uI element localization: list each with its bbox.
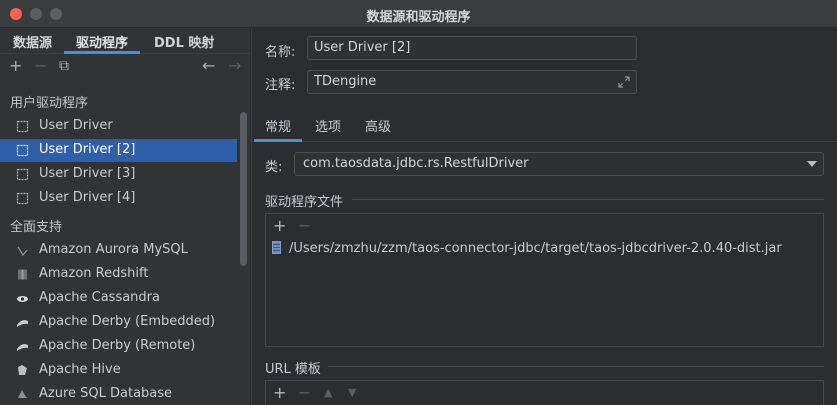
driver-files-box: + − /Users/zmzhu/zzm/taos-connector-jdbc… bbox=[265, 213, 824, 347]
move-down-button[interactable]: ▼ bbox=[348, 386, 356, 399]
active-tab-indicator bbox=[64, 51, 140, 54]
window-title: 数据源和驱动程序 bbox=[366, 10, 471, 25]
move-up-button[interactable]: ▲ bbox=[324, 386, 332, 399]
tab-advanced[interactable]: 高级 bbox=[365, 116, 391, 135]
driver-icon bbox=[16, 192, 29, 205]
tab-general[interactable]: 常规 bbox=[265, 116, 291, 135]
list-item-label: Amazon Aurora MySQL bbox=[39, 242, 188, 257]
redshift-icon bbox=[18, 269, 27, 280]
list-item-label: User Driver [2] bbox=[39, 142, 136, 157]
hive-icon bbox=[18, 365, 27, 375]
driver-icon bbox=[16, 144, 29, 157]
list-item-apache-cassandra[interactable]: Apache Cassandra bbox=[0, 287, 237, 310]
list-item-apache-derby-remote[interactable]: Apache Derby (Remote) bbox=[0, 335, 237, 358]
list-item-user-driver-2[interactable]: User Driver [2] bbox=[0, 139, 237, 162]
cassandra-icon bbox=[17, 296, 28, 302]
section-full-support: 全面支持 bbox=[10, 220, 63, 235]
remove-url-button[interactable]: − bbox=[298, 383, 311, 402]
tab-ddl-mappings[interactable]: DDL 映射 bbox=[154, 32, 214, 51]
left-panel: 数据源 驱动程序 DDL 映射 + − ⧉ ← → 用户驱动程序 User Dr… bbox=[0, 28, 250, 405]
detail-tab-bar: 常规 选项 高级 bbox=[252, 112, 837, 142]
add-url-button[interactable]: + bbox=[273, 383, 286, 402]
list-item-label: User Driver [3] bbox=[39, 166, 136, 181]
list-scrollbar[interactable] bbox=[240, 112, 247, 266]
left-tab-bar: 数据源 驱动程序 DDL 映射 bbox=[0, 28, 250, 54]
duplicate-driver-button[interactable]: ⧉ bbox=[59, 58, 69, 74]
list-item-amazon-aurora-mysql[interactable]: Amazon Aurora MySQL bbox=[0, 239, 237, 262]
url-templates-title: URL 模板 bbox=[265, 362, 321, 377]
comment-value: TDengine bbox=[314, 74, 377, 89]
driver-files-toolbar: + − bbox=[266, 214, 823, 238]
remove-file-button[interactable]: − bbox=[298, 216, 311, 235]
remove-driver-button[interactable]: − bbox=[34, 58, 47, 74]
azure-icon bbox=[18, 390, 27, 398]
name-label: 名称: bbox=[265, 45, 296, 60]
list-item-label: Amazon Redshift bbox=[39, 266, 149, 281]
list-item-user-driver-3[interactable]: User Driver [3] bbox=[0, 163, 237, 186]
class-select[interactable]: com.taosdata.jdbc.rs.RestfulDriver bbox=[294, 152, 824, 176]
expand-icon[interactable] bbox=[618, 76, 630, 88]
aurora-icon bbox=[17, 246, 28, 257]
jar-file-icon bbox=[272, 241, 281, 254]
name-input[interactable]: User Driver [2] bbox=[307, 36, 637, 60]
list-item-user-driver[interactable]: User Driver bbox=[0, 115, 237, 138]
url-templates-toolbar: + − ▲ ▼ bbox=[266, 381, 823, 405]
back-button[interactable]: ← bbox=[202, 58, 215, 74]
active-tab-indicator bbox=[254, 139, 302, 142]
comment-input[interactable]: TDengine bbox=[307, 70, 637, 94]
url-templates-box: + − ▲ ▼ bbox=[265, 380, 824, 405]
section-user-drivers: 用户驱动程序 bbox=[10, 96, 89, 111]
list-item-amazon-redshift[interactable]: Amazon Redshift bbox=[0, 263, 237, 286]
list-item-apache-derby-embedded[interactable]: Apache Derby (Embedded) bbox=[0, 311, 237, 334]
list-item-label: Apache Cassandra bbox=[39, 290, 160, 305]
class-label: 类: bbox=[265, 160, 283, 175]
comment-label: 注释: bbox=[265, 78, 296, 93]
add-driver-button[interactable]: + bbox=[9, 58, 22, 74]
list-item-azure-sql-database[interactable]: Azure SQL Database bbox=[0, 383, 237, 405]
driver-details-panel: 名称: User Driver [2] 注释: TDengine 常规 选项 高… bbox=[251, 28, 837, 405]
derby-icon bbox=[17, 344, 28, 351]
title-bar: 数据源和驱动程序 bbox=[0, 0, 837, 28]
list-item-user-driver-4[interactable]: User Driver [4] bbox=[0, 187, 237, 210]
class-value: com.taosdata.jdbc.rs.RestfulDriver bbox=[303, 156, 529, 171]
list-item-label: Azure SQL Database bbox=[39, 386, 173, 401]
list-item-apache-hive[interactable]: Apache Hive bbox=[0, 359, 237, 382]
list-item-label: User Driver bbox=[39, 118, 113, 133]
tab-data-sources[interactable]: 数据源 bbox=[13, 32, 52, 51]
derby-icon bbox=[17, 320, 28, 327]
chevron-down-icon bbox=[807, 161, 817, 167]
file-row[interactable]: /Users/zmzhu/zzm/taos-connector-jdbc/tar… bbox=[272, 241, 782, 256]
forward-button[interactable]: → bbox=[228, 58, 241, 74]
tab-drivers[interactable]: 驱动程序 bbox=[76, 32, 128, 51]
group-divider bbox=[328, 366, 824, 367]
tab-options[interactable]: 选项 bbox=[315, 116, 341, 135]
group-divider bbox=[352, 199, 824, 200]
driver-icon bbox=[16, 168, 29, 181]
list-item-label: Apache Derby (Embedded) bbox=[39, 314, 216, 329]
list-item-label: Apache Derby (Remote) bbox=[39, 338, 196, 353]
driver-icon bbox=[16, 120, 29, 133]
file-path: /Users/zmzhu/zzm/taos-connector-jdbc/tar… bbox=[289, 241, 782, 256]
list-item-label: Apache Hive bbox=[39, 362, 121, 377]
driver-files-title: 驱动程序文件 bbox=[265, 195, 344, 210]
list-item-label: User Driver [4] bbox=[39, 190, 136, 205]
add-file-button[interactable]: + bbox=[273, 216, 286, 235]
